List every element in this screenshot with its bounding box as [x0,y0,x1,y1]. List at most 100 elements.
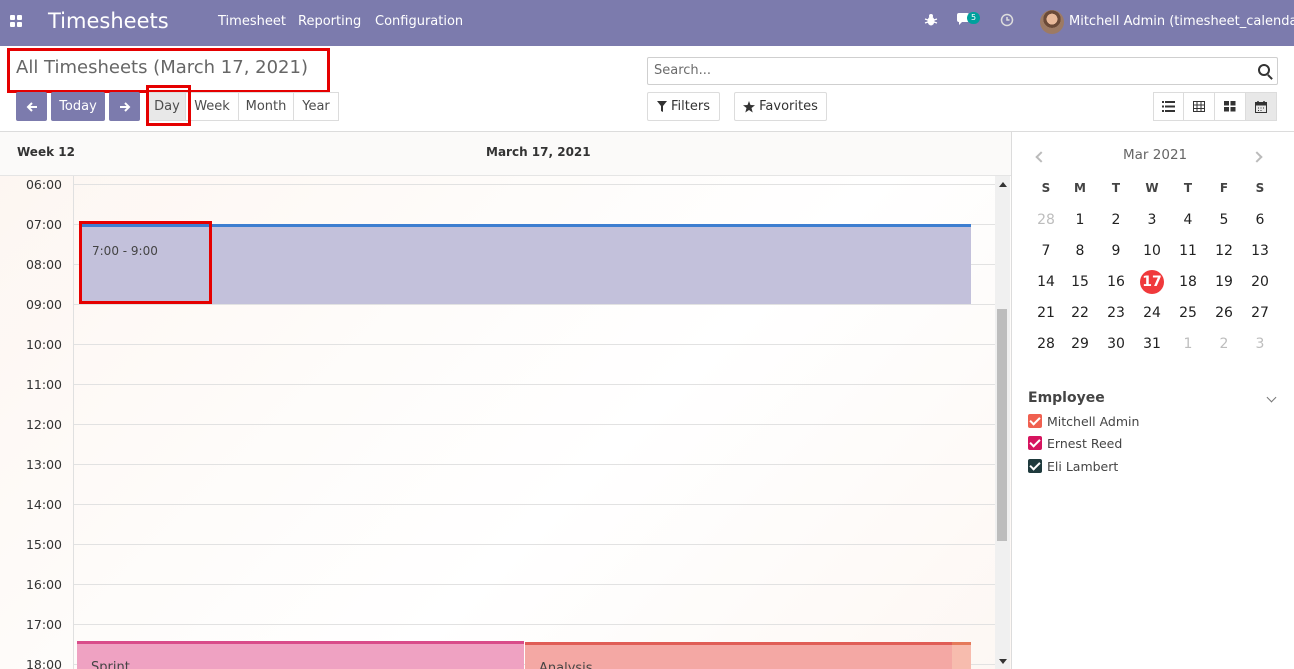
mini-day[interactable]: 18 [1175,271,1201,293]
user-menu[interactable]: Mitchell Admin (timesheet_calendar) [1069,14,1294,29]
mini-day[interactable]: 16 [1103,271,1129,293]
favorites-button[interactable]: Favorites [734,92,827,121]
chevron-left-icon[interactable] [1035,151,1047,163]
avatar[interactable] [1040,10,1064,34]
timesheet-event[interactable]: 7:00 - 9:00 [80,224,971,304]
mini-day[interactable]: 3 [1139,209,1165,231]
day-header[interactable]: March 17, 2021 [486,145,591,159]
range-month-button[interactable]: Month [239,92,294,121]
employee-filter-item[interactable]: Mitchell Admin [1028,413,1139,429]
search-input[interactable] [654,63,1244,78]
weekday-header: S [1041,181,1051,195]
hour-line [74,184,995,185]
scroll-down-icon[interactable] [999,659,1007,664]
employee-name: Ernest Reed [1047,435,1123,451]
mini-day[interactable]: 4 [1175,209,1201,231]
mini-day[interactable]: 21 [1033,302,1059,324]
mini-day[interactable]: 14 [1033,271,1059,293]
prev-button[interactable] [16,92,47,121]
next-button[interactable] [109,92,140,121]
checkbox-checked-icon[interactable] [1028,414,1042,428]
mini-day[interactable]: 22 [1067,302,1093,324]
range-year-button[interactable]: Year [294,92,339,121]
calendar-header: Week 12 March 17, 2021 [0,132,1011,176]
mini-day[interactable]: 27 [1247,302,1273,324]
weekday-header: T [1111,181,1121,195]
hour-label: 15:00 [25,537,62,552]
mini-day[interactable]: 2 [1211,333,1237,355]
mini-day[interactable]: 3 [1247,333,1273,355]
mini-day[interactable]: 9 [1103,240,1129,262]
timesheet-event-sprint[interactable]: Sprint [77,641,524,669]
mini-day[interactable]: 15 [1067,271,1093,293]
chevron-right-icon[interactable] [1251,151,1263,163]
mini-day-today[interactable]: 17 [1140,270,1164,294]
weekday-header: M [1074,181,1086,195]
menu-reporting[interactable]: Reporting [298,14,361,29]
filter-icon [657,101,668,112]
mini-day[interactable]: 8 [1067,240,1093,262]
mini-day[interactable]: 24 [1139,302,1165,324]
mini-day[interactable]: 11 [1175,240,1201,262]
mini-day[interactable]: 5 [1211,209,1237,231]
event-label: Analysis [539,661,593,669]
list-view-icon[interactable] [1153,92,1184,121]
mini-day[interactable]: 12 [1211,240,1237,262]
calendar-scrollbar[interactable] [995,176,1010,669]
event-label: Sprint [91,660,130,669]
messages-badge: 5 [967,12,981,24]
timesheet-event[interactable] [952,642,971,669]
scrollbar-thumb[interactable] [997,309,1007,541]
mini-day[interactable]: 6 [1247,209,1273,231]
employee-filter-item[interactable]: Ernest Reed [1028,435,1122,451]
mini-day[interactable]: 31 [1139,333,1165,355]
search-icon[interactable] [1258,64,1270,76]
kanban-view-icon[interactable] [1215,92,1246,121]
employee-filter-title[interactable]: Employee [1028,390,1105,406]
mini-day[interactable]: 20 [1247,271,1273,293]
hour-label: 12:00 [25,417,62,432]
mini-day[interactable]: 29 [1067,333,1093,355]
checkbox-checked-icon[interactable] [1028,436,1042,450]
menu-configuration[interactable]: Configuration [375,14,463,29]
hour-line [74,504,995,505]
scroll-up-icon[interactable] [999,182,1007,187]
clock-icon[interactable] [1000,13,1014,31]
hour-label: 06:00 [25,177,62,192]
hour-label: 08:00 [25,257,62,272]
mini-day[interactable]: 23 [1103,302,1129,324]
timesheet-event-analysis[interactable]: Analysis [525,642,952,669]
mini-day[interactable]: 28 [1033,209,1059,231]
calendar-view-icon[interactable] [1246,92,1277,121]
menu-timesheet[interactable]: Timesheet [218,14,286,29]
search-box [647,57,1278,85]
star-icon [743,100,756,112]
calendar-day-view: Week 12 March 17, 2021 06:00 07:00 08:00… [0,132,1012,669]
hour-label: 07:00 [25,217,62,232]
mini-day[interactable]: 10 [1139,240,1165,262]
range-week-button[interactable]: Week [186,92,239,121]
grid-view-icon[interactable] [1184,92,1215,121]
hour-label: 17:00 [25,617,62,632]
employee-filter-item[interactable]: Eli Lambert [1028,458,1118,474]
mini-day[interactable]: 13 [1247,240,1273,262]
mini-day[interactable]: 19 [1211,271,1237,293]
hour-label: 16:00 [25,577,62,592]
app-title[interactable]: Timesheets [48,9,169,33]
filters-button[interactable]: Filters [647,92,720,121]
mini-day[interactable]: 28 [1033,333,1059,355]
mini-day[interactable]: 30 [1103,333,1129,355]
mini-day[interactable]: 25 [1175,302,1201,324]
mini-day[interactable]: 26 [1211,302,1237,324]
bug-icon[interactable] [924,13,938,31]
mini-day[interactable]: 1 [1175,333,1201,355]
hour-line [74,384,995,385]
mini-day[interactable]: 2 [1103,209,1129,231]
checkbox-checked-icon[interactable] [1028,459,1042,473]
mini-day[interactable]: 1 [1067,209,1093,231]
today-button[interactable]: Today [51,92,105,121]
apps-grid-icon[interactable] [10,15,24,29]
hour-label: 13:00 [25,457,62,472]
mini-day[interactable]: 7 [1033,240,1059,262]
chevron-down-icon[interactable] [1266,392,1277,403]
